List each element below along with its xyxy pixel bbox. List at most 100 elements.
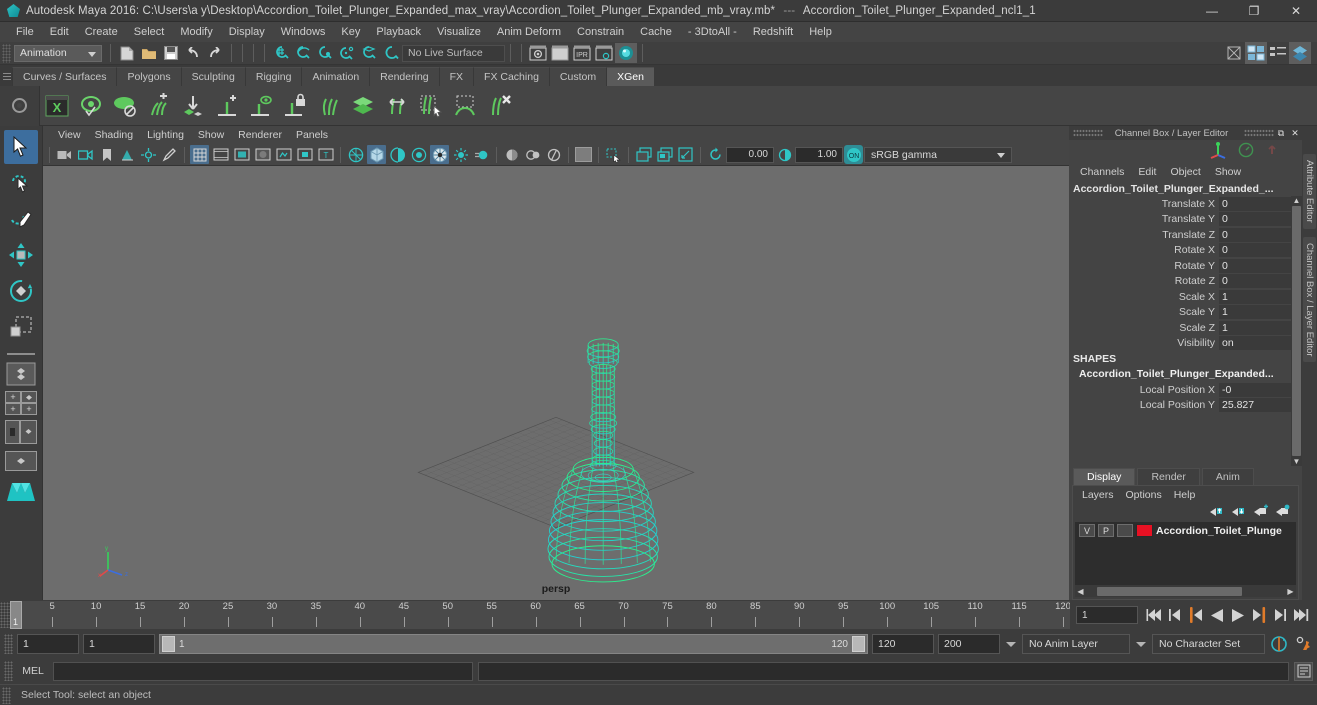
xgen-layers-icon[interactable] [346, 88, 380, 124]
layer-editor-tab-anim[interactable]: Anim [1201, 468, 1254, 485]
viewport-menu-panels[interactable]: Panels [289, 128, 335, 142]
attribute-editor-toggle-icon[interactable] [1245, 42, 1267, 64]
range-slider-grip[interactable] [4, 634, 13, 654]
camera-settings-icon[interactable] [55, 145, 74, 164]
menu-key[interactable]: Key [333, 24, 368, 40]
step-forward-keyframe-icon[interactable] [1270, 605, 1290, 625]
shelf-tab-rendering[interactable]: Rendering [369, 67, 439, 86]
layer-display-type-toggle[interactable] [1117, 524, 1133, 537]
hscroll-thumb[interactable] [1097, 586, 1242, 596]
channel-row[interactable]: Scale Y 1 [1069, 305, 1302, 321]
shelf-tab-curves-surfaces[interactable]: Curves / Surfaces [12, 67, 117, 86]
use-all-lights-icon[interactable] [409, 145, 428, 164]
channel-row[interactable]: Rotate X 0 [1069, 243, 1302, 259]
xgen-groom-icon[interactable] [312, 88, 346, 124]
shelf-tab-custom[interactable]: Custom [548, 67, 607, 86]
wireframe-shading-icon[interactable] [346, 145, 365, 164]
new-scene-button[interactable] [116, 43, 138, 63]
scroll-down-arrow[interactable]: ▼ [1293, 457, 1301, 466]
layer-playback-toggle[interactable]: P [1098, 524, 1114, 537]
shelf-grip[interactable] [2, 66, 12, 86]
script-editor-icon[interactable] [1294, 661, 1313, 681]
paint-select-tool-button[interactable] [4, 202, 38, 236]
channel-value[interactable]: on [1219, 336, 1291, 351]
xray-joints-icon[interactable] [295, 145, 314, 164]
layer-list-hscrollbar[interactable]: ◀ ▶ [1075, 585, 1296, 597]
screen-space-ao-icon[interactable] [451, 145, 470, 164]
channel-row[interactable]: Local Position Y 25.827 [1069, 398, 1302, 414]
range-slider-bar[interactable]: 1 120 [159, 634, 868, 654]
menu-cache[interactable]: Cache [632, 24, 680, 40]
channel-value[interactable]: 0 [1219, 274, 1291, 289]
redo-button[interactable] [204, 43, 226, 63]
undo-button[interactable] [182, 43, 204, 63]
layer-color-swatch[interactable] [1136, 524, 1153, 537]
viewport-menu-view[interactable]: View [51, 128, 88, 142]
viewport-menu-renderer[interactable]: Renderer [231, 128, 289, 142]
panel-grip-right[interactable] [1244, 129, 1274, 137]
layereditor-menu-options[interactable]: Options [1120, 488, 1168, 502]
menu-select[interactable]: Select [126, 24, 173, 40]
shelf-tab-polygons[interactable]: Polygons [116, 67, 181, 86]
xgen-delete-guides-icon[interactable] [482, 88, 516, 124]
channel-row[interactable]: Translate Y 0 [1069, 212, 1302, 228]
time-slider[interactable]: 1 5 10 15 20 25 30 35 40 45 50 55 60 65 70 75 80 85 90 95 1… [10, 601, 1070, 629]
scroll-up-arrow[interactable]: ▲ [1293, 196, 1301, 205]
snapshot-icon[interactable] [676, 145, 695, 164]
snap-to-point-button[interactable] [314, 43, 336, 63]
menu-modify[interactable]: Modify [172, 24, 220, 40]
hypershade-button[interactable] [615, 43, 637, 63]
channel-box-toggle-icon[interactable] [1289, 42, 1311, 64]
anim-start-time-field[interactable]: 1 [17, 634, 79, 654]
select-camera-icon[interactable] [604, 145, 623, 164]
xgen-region-icon[interactable] [448, 88, 482, 124]
channel-value[interactable]: 0 [1219, 243, 1291, 258]
channel-value[interactable]: 1 [1219, 320, 1291, 335]
shelf-tab-animation[interactable]: Animation [301, 67, 370, 86]
anim-end-time-field[interactable]: 200 [938, 634, 1000, 654]
speed-gauge-icon[interactable] [1238, 142, 1254, 161]
viewport-menu-lighting[interactable]: Lighting [140, 128, 191, 142]
menu-anim-deform[interactable]: Anim Deform [489, 24, 569, 40]
statusline-grip[interactable] [2, 43, 11, 63]
channel-value[interactable]: 0 [1219, 258, 1291, 273]
layereditor-menu-layers[interactable]: Layers [1076, 488, 1120, 502]
save-scene-button[interactable] [160, 43, 182, 63]
move-layer-down-icon[interactable] [1231, 504, 1246, 520]
menu-display[interactable]: Display [221, 24, 273, 40]
hscroll-right-arrow[interactable]: ▶ [1285, 587, 1296, 596]
snap-to-curve-button[interactable] [292, 43, 314, 63]
panel-grip[interactable] [1073, 129, 1103, 137]
command-input[interactable] [53, 661, 473, 681]
menu-playback[interactable]: Playback [368, 24, 429, 40]
channel-row[interactable]: Scale X 1 [1069, 289, 1302, 305]
menu-windows[interactable]: Windows [273, 24, 334, 40]
viewport-menu-show[interactable]: Show [191, 128, 231, 142]
channel-box-scrollbar[interactable]: ▲ ▼ [1291, 196, 1302, 466]
channel-value[interactable]: 0 [1219, 196, 1291, 211]
gamma-reset-icon[interactable] [775, 145, 794, 164]
channel-value[interactable]: -0 [1219, 382, 1291, 397]
xgen-move-guides-icon[interactable] [380, 88, 414, 124]
xgen-add-clumping-icon[interactable] [142, 88, 176, 124]
snap-to-grid-button[interactable] [270, 43, 292, 63]
color-management-dropdown[interactable]: sRGB gamma [864, 146, 1012, 163]
xgen-select-guides-icon[interactable] [414, 88, 448, 124]
menu-3dtoall[interactable]: - 3DtoAll - [680, 24, 745, 40]
two-d-pan-zoom-icon[interactable] [139, 145, 158, 164]
display-layer-row[interactable]: V P Accordion_Toilet_Plunge [1075, 522, 1296, 539]
xgen-guide-eye-icon[interactable] [244, 88, 278, 124]
anim-layer-field[interactable]: No Anim Layer [1022, 634, 1130, 654]
menu-set-dropdown[interactable]: Animation [14, 44, 102, 62]
live-surface-field[interactable]: No Live Surface [402, 44, 505, 62]
range-start-handle[interactable] [162, 636, 175, 652]
channel-value[interactable]: 1 [1219, 289, 1291, 304]
layout-single-perspective-button[interactable] [3, 361, 39, 387]
channelbox-menu-edit[interactable]: Edit [1131, 165, 1163, 179]
layout-four-view-button[interactable]: + + + [3, 390, 39, 416]
xgen-preview-icon[interactable] [74, 88, 108, 124]
channel-row[interactable]: Rotate Y 0 [1069, 258, 1302, 274]
playback-start-time-field[interactable]: 1 [83, 634, 155, 654]
resolution-gate-icon[interactable] [232, 145, 251, 164]
smooth-shade-all-icon[interactable] [367, 145, 386, 164]
